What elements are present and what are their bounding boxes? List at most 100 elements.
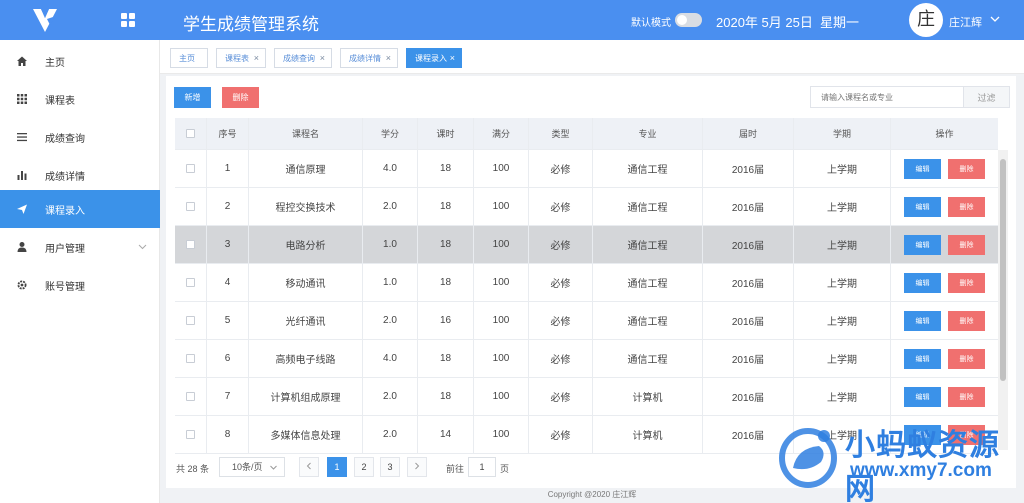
- cell-credit: 1.0: [363, 264, 418, 301]
- sidebar-item-account-manage[interactable]: 账号管理: [0, 266, 160, 304]
- sidebar-item-grade-query[interactable]: 成绩查询: [0, 118, 160, 156]
- table-row[interactable]: 3 电路分析 1.0 18 100 必修 通信工程 2016届 上学期 编辑 删…: [175, 226, 998, 264]
- delete-button[interactable]: 删除: [948, 234, 985, 255]
- page-button-1[interactable]: 1: [327, 457, 347, 477]
- sidebar-item-home[interactable]: 主页: [0, 42, 160, 80]
- tab-course-table[interactable]: 课程表 ×: [216, 48, 266, 68]
- row-checkbox[interactable]: [186, 316, 195, 325]
- cell-type: 必修: [529, 416, 593, 453]
- tab-bar: 主页 课程表 × 成绩查询 × 成绩详情 × 课程录入 ×: [160, 40, 1024, 74]
- cell-term: 上学期: [794, 378, 891, 415]
- cell-course-name: 多媒体信息处理: [249, 416, 363, 453]
- goto-page-input[interactable]: [468, 457, 496, 477]
- edit-button[interactable]: 编辑: [904, 310, 941, 331]
- tab-home[interactable]: 主页: [170, 48, 208, 68]
- row-checkbox[interactable]: [186, 278, 195, 287]
- batch-delete-button[interactable]: 删除: [222, 87, 259, 108]
- row-checkbox[interactable]: [186, 202, 195, 211]
- app-logo-icon[interactable]: [30, 6, 60, 34]
- edit-button[interactable]: 编辑: [904, 348, 941, 369]
- sidebar-item-course-entry[interactable]: 课程录入: [0, 190, 160, 228]
- mode-toggle[interactable]: [675, 13, 702, 27]
- tab-grade-query[interactable]: 成绩查询 ×: [274, 48, 332, 68]
- delete-button[interactable]: 删除: [948, 386, 985, 407]
- filter-button[interactable]: 过滤: [964, 86, 1010, 108]
- cell-major: 计算机: [593, 416, 703, 453]
- page-button-3[interactable]: 3: [380, 457, 400, 477]
- cell-no: 4: [207, 264, 249, 301]
- prev-page-button[interactable]: [299, 457, 319, 477]
- chevron-down-icon[interactable]: [138, 242, 147, 251]
- chevron-right-icon: [415, 462, 420, 470]
- delete-button[interactable]: 删除: [948, 348, 985, 369]
- delete-button[interactable]: 删除: [948, 158, 985, 179]
- row-checkbox[interactable]: [186, 430, 195, 439]
- edit-button[interactable]: 编辑: [904, 196, 941, 217]
- column-header: 操作: [935, 129, 954, 139]
- column-header: 届时: [703, 118, 794, 149]
- row-checkbox[interactable]: [186, 240, 195, 249]
- cell-major: 通信工程: [593, 302, 703, 339]
- row-checkbox-cell: [175, 302, 207, 339]
- menu-grid-icon[interactable]: [121, 13, 135, 27]
- weekday-label: 星期一: [820, 15, 860, 30]
- tab-course-entry[interactable]: 课程录入 ×: [406, 48, 462, 68]
- goto-suffix: 页: [500, 464, 510, 474]
- tab-label: 成绩查询: [283, 53, 315, 63]
- table-row[interactable]: 5 光纤通讯 2.0 16 100 必修 通信工程 2016届 上学期 编辑 删…: [175, 302, 998, 340]
- cell-term: 上学期: [794, 302, 891, 339]
- close-icon[interactable]: ×: [320, 53, 325, 63]
- row-checkbox[interactable]: [186, 354, 195, 363]
- add-button[interactable]: 新增: [174, 87, 211, 108]
- table-row[interactable]: 7 计算机组成原理 2.0 18 100 必修 计算机 2016届 上学期 编辑…: [175, 378, 998, 416]
- row-checkbox-cell: [175, 264, 207, 301]
- close-icon[interactable]: ×: [254, 53, 259, 63]
- delete-button[interactable]: 删除: [948, 272, 985, 293]
- sidebar-item-grade-detail[interactable]: 成绩详情: [0, 156, 160, 194]
- cell-term: 上学期: [794, 226, 891, 263]
- tab-label: 课程表: [225, 53, 249, 63]
- page-button-2[interactable]: 2: [354, 457, 374, 477]
- close-icon[interactable]: ×: [450, 53, 455, 63]
- avatar[interactable]: 庄: [909, 3, 943, 37]
- sidebar-item-label: 课程表: [45, 95, 75, 107]
- edit-button[interactable]: 编辑: [904, 158, 941, 179]
- delete-button[interactable]: 删除: [948, 310, 985, 331]
- cell-no: 5: [207, 302, 249, 339]
- sidebar-item-label: 主页: [45, 57, 65, 69]
- sidebar-item-user-manage[interactable]: 用户管理: [0, 228, 160, 266]
- table-row[interactable]: 2 程控交换技术 2.0 18 100 必修 通信工程 2016届 上学期 编辑…: [175, 188, 998, 226]
- sidebar-item-label: 成绩详情: [45, 171, 85, 183]
- sidebar-item-course-table[interactable]: 课程表: [0, 80, 160, 118]
- edit-button[interactable]: 编辑: [904, 272, 941, 293]
- search-input[interactable]: [810, 86, 964, 108]
- cell-type: 必修: [529, 264, 593, 301]
- chevron-down-icon[interactable]: [990, 14, 1000, 24]
- cell-actions: 编辑 删除: [891, 188, 998, 225]
- edit-button[interactable]: 编辑: [904, 386, 941, 407]
- row-checkbox[interactable]: [186, 392, 195, 401]
- top-header: 学生成绩管理系统 默认模式 2020年 5月 25日 星期一 庄 庄江辉: [0, 0, 1024, 40]
- table-header-row: 序号 课程名 学分 课时 满分 类型 专业 届时 学期 操作: [175, 118, 998, 150]
- table-row[interactable]: 4 移动通讯 1.0 18 100 必修 通信工程 2016届 上学期 编辑 删…: [175, 264, 998, 302]
- page-size-select[interactable]: 10条/页: [219, 457, 285, 477]
- cell-full-score: 100: [474, 150, 529, 187]
- watermark-url: www.xmy7.com: [850, 460, 992, 481]
- table-row[interactable]: 1 通信原理 4.0 18 100 必修 通信工程 2016届 上学期 编辑 删…: [175, 150, 998, 188]
- edit-button[interactable]: 编辑: [904, 234, 941, 255]
- tab-grade-detail[interactable]: 成绩详情 ×: [340, 48, 398, 68]
- delete-button[interactable]: 删除: [948, 196, 985, 217]
- column-header: 类型: [529, 118, 593, 149]
- cell-actions: 编辑 删除: [891, 150, 998, 187]
- next-page-button[interactable]: [407, 457, 427, 477]
- table-row[interactable]: 6 高频电子线路 4.0 18 100 必修 通信工程 2016届 上学期 编辑…: [175, 340, 998, 378]
- close-icon[interactable]: ×: [386, 53, 391, 63]
- cell-year: 2016届: [703, 264, 794, 301]
- table-scrollbar-thumb[interactable]: [1000, 159, 1006, 381]
- row-checkbox[interactable]: [186, 164, 195, 173]
- user-icon: [17, 242, 27, 252]
- user-name[interactable]: 庄江辉: [949, 14, 982, 30]
- select-all-checkbox[interactable]: [186, 129, 195, 138]
- cell-term: 上学期: [794, 188, 891, 225]
- cell-course-name: 高频电子线路: [249, 340, 363, 377]
